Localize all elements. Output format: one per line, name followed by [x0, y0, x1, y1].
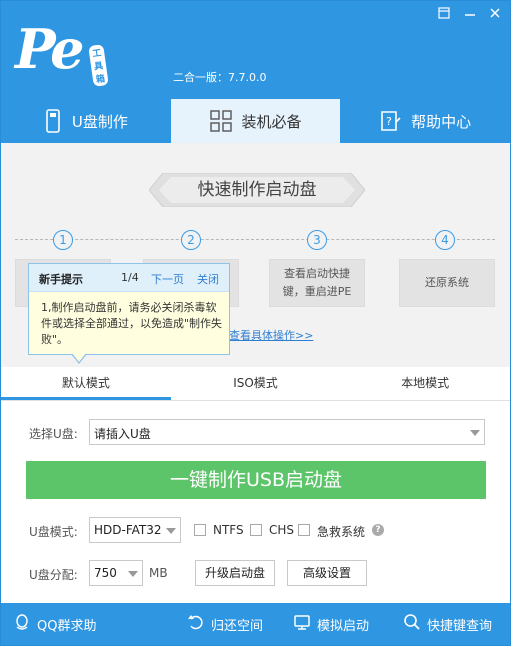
partition-value: 750: [94, 566, 117, 580]
tab-default-mode[interactable]: 默认模式: [1, 367, 171, 400]
emergency-checkbox[interactable]: [298, 524, 310, 536]
select-usb-label: 选择U盘:: [29, 427, 78, 441]
guide-banner-text: 快速制作启动盘: [197, 180, 317, 200]
logo-text: Pe: [15, 17, 84, 81]
version-label: 二合一版：7.7.0.0: [173, 71, 267, 84]
simulate-boot-button[interactable]: 模拟启动: [293, 603, 369, 645]
tab-essentials-label: 装机必备: [241, 112, 302, 131]
step-3-box: 查看启动快捷 键，重启进PE: [269, 259, 365, 307]
tip-body: 1,制作启动盘前，请务必关闭杀毒软件或选择全部通过，以免造成"制作失败"。: [41, 301, 223, 346]
step-4-number: 4: [435, 230, 455, 250]
help-icon[interactable]: ?: [372, 524, 384, 536]
partition-unit: MB: [149, 566, 168, 580]
usb-select[interactable]: 请插入U盘: [89, 419, 485, 445]
logo-tag: 工具箱: [88, 44, 109, 87]
tab-usb-make-label: U盘制作: [71, 112, 128, 131]
tab-help-center-label: 帮助中心: [411, 112, 472, 131]
step-3-number: 3: [307, 230, 327, 250]
restore-icon: [187, 613, 205, 635]
ntfs-label: NTFS: [213, 523, 244, 537]
simulate-boot-label: 模拟启动: [317, 618, 370, 634]
app-window: Pe 工具箱 二合一版：7.7.0.0 U盘制作 装机必备 ? 帮助中心 快速制…: [0, 0, 511, 646]
search-icon: [403, 613, 421, 635]
partition-label: U盘分配:: [29, 568, 78, 582]
tab-iso-mode[interactable]: ISO模式: [171, 367, 341, 400]
grid-apps-icon: [209, 110, 232, 132]
usb-drive-icon: [44, 109, 62, 133]
monitor-icon: [293, 613, 311, 635]
chs-checkbox[interactable]: [250, 524, 262, 536]
usb-select-value: 请插入U盘: [94, 427, 151, 441]
tab-help-center[interactable]: ? 帮助中心: [340, 99, 510, 143]
usb-mode-select[interactable]: HDD-FAT32: [89, 517, 181, 543]
steps-divider: [15, 239, 495, 240]
footer-bar: QQ群求助 归还空间 模拟启动 快捷键查询: [1, 603, 510, 645]
tip-arrow-fill: [72, 353, 86, 362]
make-usb-boot-button[interactable]: 一键制作USB启动盘: [26, 461, 486, 499]
qq-help-label: QQ群求助: [37, 618, 97, 634]
tip-next-button[interactable]: 下一页: [151, 271, 184, 287]
tab-local-mode[interactable]: 本地模式: [340, 367, 510, 400]
qq-help-button[interactable]: QQ群求助: [13, 603, 96, 645]
svg-text:?: ?: [386, 115, 392, 128]
hotkey-query-label: 快捷键查询: [427, 618, 493, 634]
minimize-icon[interactable]: [461, 7, 479, 23]
tip-header: 新手提示 1/4 下一页 关闭: [29, 264, 229, 292]
close-icon[interactable]: [486, 7, 504, 23]
chevron-down-icon: [470, 430, 480, 436]
skin-icon[interactable]: [435, 7, 453, 23]
step-4-box: 还原系统: [399, 259, 495, 307]
tip-close-button[interactable]: 关闭: [197, 271, 219, 287]
chs-label: CHS: [269, 523, 295, 537]
header: Pe 工具箱 二合一版：7.7.0.0: [1, 1, 510, 99]
qq-icon: [13, 613, 31, 635]
advanced-settings-button[interactable]: 高级设置: [287, 560, 367, 586]
chevron-down-icon: [128, 571, 138, 577]
usb-mode-value: HDD-FAT32: [94, 523, 162, 537]
guide-banner: 快速制作启动盘: [149, 173, 365, 207]
tip-title: 新手提示: [39, 273, 83, 286]
hotkey-query-button[interactable]: 快捷键查询: [403, 603, 492, 645]
step-2-number: 2: [181, 230, 201, 250]
mode-tabs: 默认模式 ISO模式 本地模式: [1, 367, 510, 401]
partition-select[interactable]: 750: [89, 560, 143, 586]
logo: Pe 工具箱: [15, 17, 109, 87]
ntfs-checkbox[interactable]: [194, 524, 206, 536]
tab-essentials[interactable]: 装机必备: [170, 99, 341, 143]
chevron-down-icon: [166, 528, 176, 534]
emergency-label: 急救系统: [317, 525, 366, 539]
main-tabs: U盘制作 装机必备 ? 帮助中心: [1, 99, 510, 143]
step-1-number: 1: [53, 230, 73, 250]
tip-page: 1/4: [121, 271, 139, 284]
usb-mode-label: U盘模式:: [29, 525, 78, 539]
view-details-link[interactable]: 查看具体操作>>: [229, 327, 313, 343]
restore-space-label: 归还空间: [211, 618, 264, 634]
help-document-icon: ?: [379, 110, 401, 132]
tab-usb-make[interactable]: U盘制作: [1, 99, 171, 143]
newbie-tip: 新手提示 1/4 下一页 关闭 1,制作启动盘前，请务必关闭杀毒软件或选择全部通…: [28, 263, 230, 355]
restore-space-button[interactable]: 归还空间: [187, 603, 263, 645]
upgrade-boot-button[interactable]: 升级启动盘: [195, 560, 275, 586]
